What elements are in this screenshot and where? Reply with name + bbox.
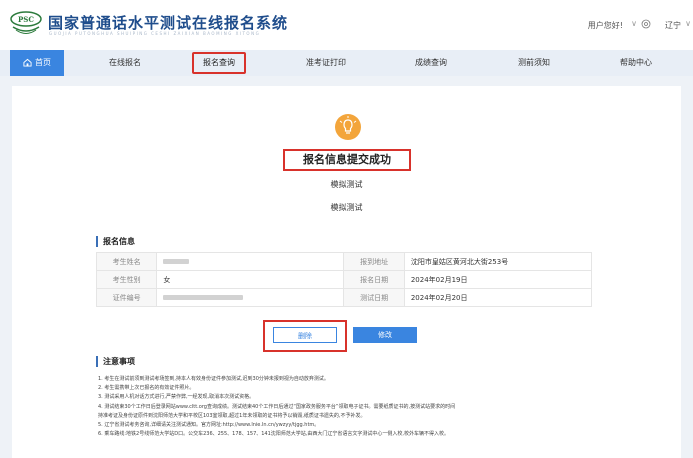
chevron-down-icon[interactable]: ∨: [631, 19, 637, 28]
label-name: 考生姓名: [95, 252, 158, 271]
main-nav: 首页 在线报名 报名查询 准考证打印 成绩查询 测前须知 帮助中心: [0, 50, 693, 76]
notes-section-title: 注意事项: [96, 356, 135, 367]
table-row: 考生姓名 报到地址 沈阳市皇姑区黄河北大街253号: [95, 252, 593, 271]
value-gender: 女: [156, 270, 345, 289]
label-address: 报到地址: [343, 252, 405, 271]
nav-admission-ticket[interactable]: 准考证打印: [296, 50, 356, 76]
value-name: [156, 252, 345, 271]
nav-score-query[interactable]: 成绩查询: [405, 50, 457, 76]
nav-help-center[interactable]: 帮助中心: [610, 50, 662, 76]
delete-button[interactable]: 删除: [273, 327, 337, 343]
table-row: 考生性别 女 报名日期 2024年02月19日: [95, 270, 593, 289]
exam-name: 模拟测试: [330, 180, 363, 189]
list-item[interactable]: 5. 辽宁省测试考务咨询,详细请关注测试通知。官方网址:http://www.l…: [98, 421, 658, 430]
location-select[interactable]: 辽宁: [665, 20, 681, 31]
lightbulb-icon: [335, 114, 361, 140]
value-id-number: [156, 288, 345, 307]
nav-test-notice[interactable]: 测前须知: [508, 50, 560, 76]
logo-text: PSC: [18, 15, 34, 24]
nav-home[interactable]: 首页: [10, 50, 64, 76]
list-item: 持准考证及身份证原件到沈阳师范大学和平校区103室领取,超过1年未领取的证书将予…: [98, 412, 366, 419]
redacted-value: [163, 295, 244, 300]
notes-list: 1. 考生在测试前须到测试考场签到,持本人有效身份证件参加测试,迟到30分钟未报…: [98, 375, 658, 439]
table-row: 证件编号 测试日期 2024年02月20日: [95, 288, 593, 307]
nav-highlight-box: [192, 52, 246, 74]
list-item: 2. 考生需携带上次已报名的有效证件照片。: [98, 385, 195, 392]
user-greeting[interactable]: 用户您好!: [588, 20, 623, 31]
registration-info-table: 考生姓名 报到地址 沈阳市皇姑区黄河北大街253号 考生性别 女 报名日期 20…: [95, 252, 593, 307]
app-subtitle: GUOJIA PUTONGHUA SHUIPING CESHI ZAIXIAN …: [49, 31, 261, 36]
label-gender: 考生性别: [95, 270, 158, 289]
chevron-down-icon[interactable]: ∨: [685, 19, 691, 28]
label-id-number: 证件编号: [95, 288, 158, 307]
exam-name: 模拟测试: [330, 203, 363, 212]
submit-success-title: 报名信息提交成功: [283, 149, 411, 171]
list-item: 1. 考生在测试前须到测试考场签到,持本人有效身份证件参加测试,迟到30分钟未报…: [98, 376, 329, 382]
psc-logo-icon: PSC: [10, 11, 42, 34]
list-item: 3. 测试采用人机对话方式进行,严禁作弊,一经发现,取消本次测试资格。: [98, 394, 255, 401]
list-item: 4. 测试结束30个工作日后登录网站www.cltt.org查询成绩。测试结束4…: [98, 403, 456, 410]
list-item: 6. 乘车路线:地铁2号线师范大学站D口。公交车236、255、178、157、…: [98, 431, 449, 438]
value-registration-date: 2024年02月19日: [403, 270, 593, 289]
nav-active-underline: [200, 72, 238, 74]
registration-section-title: 报名信息: [96, 236, 135, 247]
redacted-value: [163, 259, 190, 264]
value-address: 沈阳市皇姑区黄河北大街253号: [403, 252, 593, 271]
edit-button[interactable]: 修改: [353, 327, 417, 343]
label-test-date: 测试日期: [343, 288, 405, 307]
value-test-date: 2024年02月20日: [403, 288, 593, 307]
nav-online-registration[interactable]: 在线报名: [95, 50, 155, 76]
nav-home-label: 首页: [35, 58, 51, 67]
header-bar: PSC 国家普通话水平测试在线报名系统 GUOJIA PUTONGHUA SHU…: [0, 0, 693, 50]
home-icon: [23, 58, 32, 67]
app-title: 国家普通话水平测试在线报名系统: [48, 14, 289, 32]
location-pin-icon[interactable]: [641, 19, 651, 29]
label-registration-date: 报名日期: [343, 270, 405, 289]
